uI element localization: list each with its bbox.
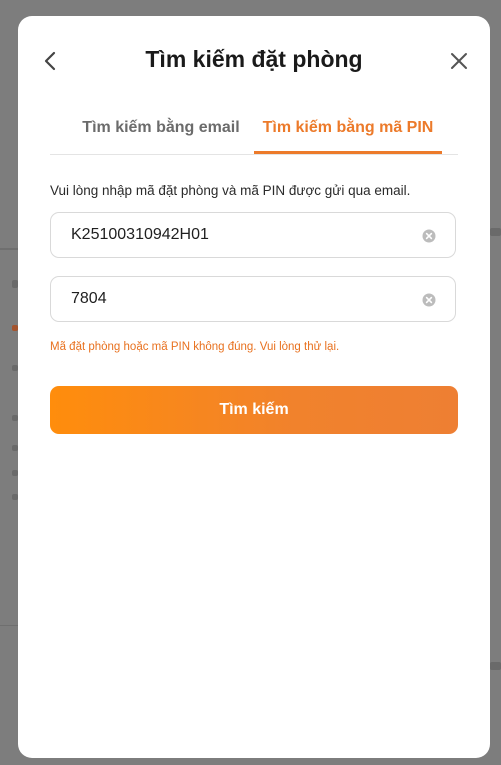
search-method-tabs: Tìm kiếm bằng email Tìm kiếm bằng mã PIN [50, 114, 458, 155]
clear-circle-icon[interactable] [422, 293, 436, 307]
clear-circle-icon[interactable] [422, 229, 436, 243]
background-text [490, 662, 501, 670]
tab-pin[interactable]: Tìm kiếm bằng mã PIN [254, 114, 442, 154]
search-booking-modal: Tìm kiếm đặt phòng Tìm kiếm bằng email T… [18, 16, 490, 758]
modal-header: Tìm kiếm đặt phòng [18, 16, 490, 104]
background-text [490, 228, 501, 236]
modal-title: Tìm kiếm đặt phòng [145, 46, 363, 72]
error-message: Mã đặt phòng hoặc mã PIN không đúng. Vui… [50, 341, 340, 353]
close-icon[interactable] [448, 50, 470, 72]
booking-code-field [50, 212, 456, 258]
search-button[interactable]: Tìm kiếm [50, 386, 458, 434]
pin-field [50, 276, 456, 322]
tab-email[interactable]: Tìm kiếm bằng email [50, 114, 272, 154]
background-divider [0, 248, 18, 250]
background-divider [0, 625, 18, 626]
instruction-text: Vui lòng nhập mã đặt phòng và mã PIN đượ… [50, 183, 411, 198]
booking-code-input[interactable] [71, 213, 411, 257]
pin-input[interactable] [71, 277, 411, 321]
